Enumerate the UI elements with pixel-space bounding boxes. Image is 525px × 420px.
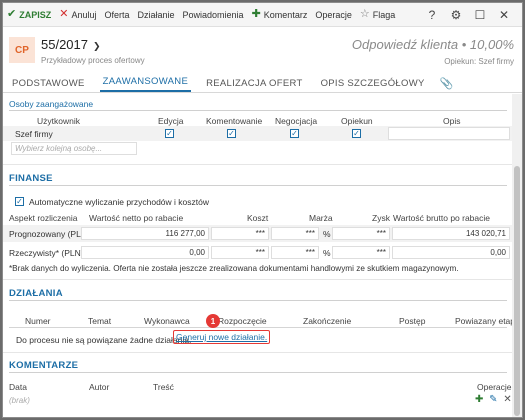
col-progress: Postęp — [399, 316, 426, 326]
tab-bar: PODSTAWOWE ZAAWANSOWANE REALIZACJA OFERT… — [3, 75, 522, 93]
close-icon: ✕ — [59, 8, 69, 20]
generate-action-link[interactable]: Generuj nowe działanie. — [173, 330, 271, 344]
paperclip-icon[interactable]: 📎 — [440, 77, 454, 92]
actual-gross[interactable]: 0,00 — [392, 246, 510, 259]
col-topic: Temat — [88, 316, 112, 326]
offer-button[interactable]: Oferta — [104, 10, 129, 20]
actual-net[interactable]: 0,00 — [81, 246, 209, 259]
forecast-cost[interactable]: *** — [211, 227, 269, 240]
gear-icon[interactable]: ⚙ — [444, 8, 468, 22]
add-comment-icon[interactable]: ✚ — [475, 394, 483, 405]
person-select-input[interactable]: Wybierz kolejną osobę... — [11, 142, 137, 155]
checkmark-icon: ✔ — [7, 8, 17, 20]
comments-empty: (brak) — [9, 396, 30, 405]
operations-button[interactable]: Operacje — [315, 10, 352, 20]
forecast-profit[interactable]: *** — [332, 227, 390, 240]
actual-margin[interactable]: *** — [271, 246, 319, 259]
col-edit: Edycja — [158, 116, 184, 126]
header: CP 55/2017 ❯ Przykładowy proces ofertowy … — [3, 27, 522, 71]
delete-comment-icon[interactable]: ✕ — [503, 394, 511, 405]
finance-note: *Brak danych do wyliczenia. Oferta nie z… — [9, 264, 459, 273]
step-badge: 1 — [206, 314, 220, 328]
col-margin: Marża — [309, 213, 333, 223]
involved-title: Osoby zaangażowane — [9, 99, 94, 109]
edit-comment-icon[interactable]: ✎ — [489, 394, 497, 405]
finance-title: FINANSE — [9, 173, 53, 184]
col-executor: Wykonawca — [144, 316, 190, 326]
auto-calc-checkbox[interactable]: ✓ — [15, 197, 24, 206]
star-icon: ☆ — [359, 8, 370, 20]
offer-window: ✔ ZAPISZ ✕ Anuluj Oferta Działanie Powia… — [2, 2, 523, 418]
forecast-pct: % — [323, 229, 331, 239]
owner-label: Opiekun: Szef firmy — [444, 57, 514, 66]
actual-label: Rzeczywisty* (PLN) — [9, 248, 84, 258]
col-net: Wartość netto po rabacie — [89, 213, 184, 223]
actual-pct: % — [323, 248, 331, 258]
auto-calc-label: Automatyczne wyliczanie przychodów i kos… — [29, 197, 209, 207]
scrollbar-thumb[interactable] — [514, 166, 520, 416]
col-comment: Komentowanie — [206, 116, 263, 126]
col-negotiation: Negocjacja — [275, 116, 318, 126]
col-gross: Wartość brutto po rabacie — [393, 213, 491, 223]
action-button[interactable]: Działanie — [138, 10, 175, 20]
tab-zaawansowane[interactable]: ZAAWANSOWANE — [99, 76, 192, 92]
comment-button[interactable]: ✚ Komentarz — [252, 9, 308, 20]
col-date: Data — [9, 382, 27, 392]
save-button[interactable]: ✔ ZAPISZ — [7, 9, 51, 20]
actions-empty-text: Do procesu nie są powiązane żadne działa… — [16, 335, 192, 345]
forecast-net[interactable]: 116 277,00 — [81, 227, 209, 240]
close-window-icon[interactable]: ✕ — [492, 8, 516, 22]
negotiation-checkbox[interactable]: ✓ — [290, 129, 299, 138]
comment-checkbox[interactable]: ✓ — [227, 129, 236, 138]
flag-button[interactable]: ☆ Flaga — [360, 9, 395, 20]
actual-cost[interactable]: *** — [211, 246, 269, 259]
actions-title: DZIAŁANIA — [9, 288, 63, 299]
status-label: Odpowiedź klienta • 10,00% — [351, 37, 514, 52]
col-description: Opis — [443, 116, 461, 126]
cancel-button[interactable]: ✕ Anuluj — [59, 9, 96, 20]
col-end: Zakończenie — [303, 316, 352, 326]
forecast-label: Prognozowany (PLN) — [9, 229, 90, 239]
notifications-button[interactable]: Powiadomienia — [183, 10, 244, 20]
forecast-margin[interactable]: *** — [271, 227, 319, 240]
col-stage: Powiazany etap — [455, 316, 513, 326]
help-icon[interactable]: ? — [420, 8, 444, 22]
col-content: Treść — [153, 382, 174, 392]
col-cost: Koszt — [247, 213, 269, 223]
forecast-gross[interactable]: 143 020,71 — [392, 227, 510, 240]
maximize-icon[interactable]: ☐ — [468, 8, 492, 22]
content-area: Osoby zaangażowane Użytkownik Edycja Kom… — [3, 94, 513, 417]
col-number: Numer — [25, 316, 51, 326]
plus-icon: ✚ — [251, 8, 261, 20]
owner-checkbox[interactable]: ✓ — [352, 129, 361, 138]
vertical-scrollbar[interactable] — [512, 94, 522, 417]
user-name: Szef firmy — [15, 129, 53, 139]
actual-profit[interactable]: *** — [332, 246, 390, 259]
col-start: Rozpoczęcie — [218, 316, 267, 326]
comments-title: KOMENTARZE — [9, 360, 79, 371]
col-profit: Zysk — [372, 213, 390, 223]
col-user: Użytkownik — [37, 116, 80, 126]
edit-checkbox[interactable]: ✓ — [165, 129, 174, 138]
col-operations: Operacje — [477, 382, 512, 392]
process-subtitle: Przykładowy proces ofertowy — [41, 56, 145, 65]
chevron-down-icon: ❯ — [93, 41, 101, 51]
tab-realizacja-ofert[interactable]: REALIZACJA OFERT — [203, 78, 305, 92]
comment-ops: ✚ ✎ ✕ — [475, 394, 512, 405]
tab-podstawowe[interactable]: PODSTAWOWE — [9, 78, 88, 92]
document-number[interactable]: 55/2017 ❯ — [41, 37, 101, 52]
col-aspect: Aspekt rozliczenia — [9, 213, 78, 223]
toolbar: ✔ ZAPISZ ✕ Anuluj Oferta Działanie Powia… — [3, 3, 522, 27]
col-owner: Opiekun — [341, 116, 373, 126]
description-input[interactable] — [388, 127, 510, 140]
tab-opis-szczegolowy[interactable]: OPIS SZCZEGÓŁOWY — [318, 78, 428, 92]
col-author: Autor — [89, 382, 110, 392]
avatar: CP — [9, 37, 35, 63]
